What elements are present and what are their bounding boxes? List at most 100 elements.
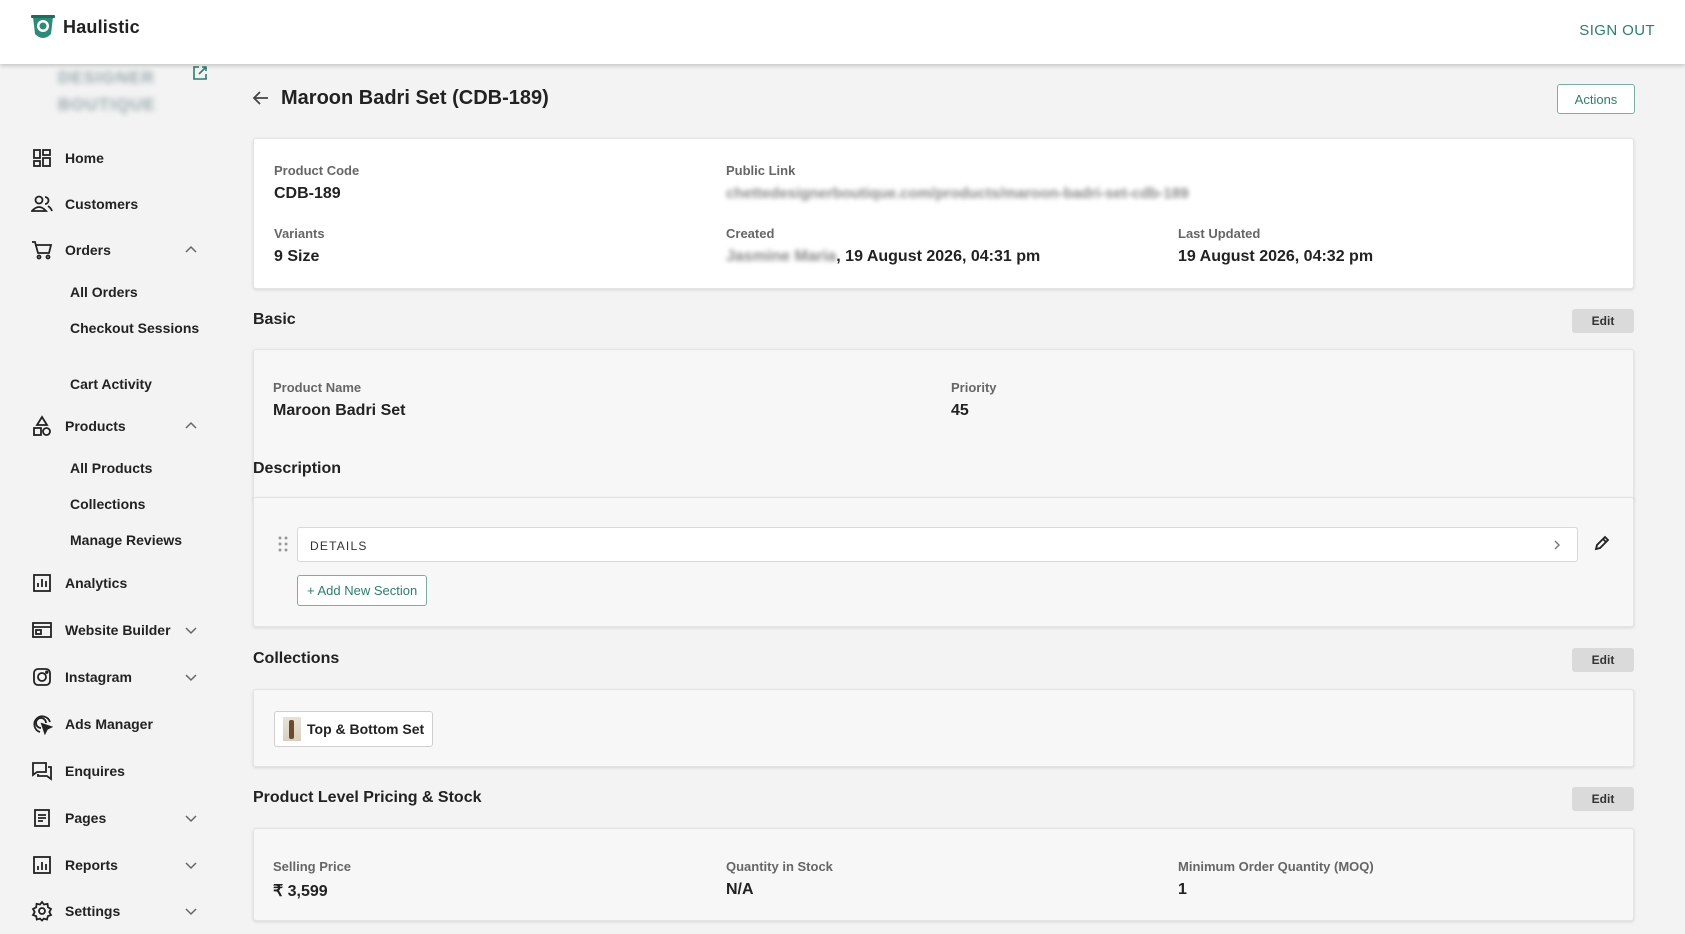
basic-section-title: Basic — [253, 311, 296, 328]
sidebar-item-settings[interactable]: Settings — [0, 893, 233, 929]
sidebar-item-analytics[interactable]: Analytics — [0, 565, 233, 601]
chevron-down-icon[interactable] — [184, 904, 198, 918]
cart-icon — [31, 239, 53, 261]
chevron-down-icon[interactable] — [184, 858, 198, 872]
chevron-down-icon[interactable] — [184, 811, 198, 825]
back-arrow-icon[interactable] — [251, 88, 271, 108]
created-by: Jasmine Maria — [726, 248, 837, 265]
moq-label: Minimum Order Quantity (MOQ) — [1178, 859, 1374, 874]
description-card: DETAILS + Add New Section — [253, 497, 1634, 627]
sidebar-item-orders[interactable]: Orders — [0, 232, 233, 268]
collection-thumbnail — [283, 717, 301, 741]
variants-value: 9 Size — [274, 248, 320, 265]
sidebar-item-products[interactable]: Products — [0, 408, 233, 444]
top-bar: Haulistic SIGN OUT — [0, 0, 1685, 64]
main-content: Maroon Badri Set (CDB-189) Actions Produ… — [233, 64, 1685, 934]
sidebar-label: Website Builder — [65, 622, 171, 638]
sidebar-label: Products — [65, 418, 126, 434]
target-cursor-icon — [31, 713, 53, 735]
sidebar-item-instagram[interactable]: Instagram — [0, 659, 233, 695]
public-link-value[interactable]: chettedesignerboutique.com/products/maro… — [726, 185, 1189, 202]
chevron-up-icon[interactable] — [184, 243, 198, 257]
sidebar-item-home[interactable]: Home — [0, 140, 233, 176]
haulistic-logo-icon — [31, 15, 55, 38]
sidebar-label: Ads Manager — [65, 716, 153, 732]
created-at: , 19 August 2026, 04:31 pm — [836, 248, 1041, 265]
moq-value: 1 — [1178, 881, 1187, 898]
last-updated-value: 19 August 2026, 04:32 pm — [1178, 248, 1374, 265]
actions-button[interactable]: Actions — [1557, 84, 1635, 114]
drag-handle-icon[interactable] — [278, 536, 288, 552]
product-name-label: Product Name — [273, 380, 362, 395]
sidebar-label: Reports — [65, 857, 118, 873]
sidebar-subitem-all-products[interactable]: All Products — [70, 458, 210, 478]
sidebar-label: Pages — [65, 810, 107, 826]
users-icon — [31, 193, 53, 215]
sidebar-subitem-all-orders[interactable]: All Orders — [70, 282, 210, 302]
sidebar-subitem-collections[interactable]: Collections — [70, 494, 210, 514]
created-label: Created — [726, 226, 775, 241]
sidebar-item-enquires[interactable]: Enquires — [0, 753, 233, 789]
sidebar-subitem-checkout-sessions[interactable]: Checkout Sessions — [70, 318, 210, 338]
sidebar-label: Analytics — [65, 575, 128, 591]
sidebar-item-customers[interactable]: Customers — [0, 186, 233, 222]
description-section-label: DETAILS — [310, 539, 368, 553]
variants-label: Variants — [274, 226, 325, 241]
collection-chip-label: Top & Bottom Set — [307, 721, 425, 737]
description-section-row[interactable]: DETAILS — [297, 527, 1578, 562]
sidebar: DESIGNER BOUTIQUE Home Customers Orders … — [0, 64, 233, 934]
pricing-card: Selling Price ₹ 3,599 Quantity in Stock … — [253, 828, 1634, 921]
quantity-in-stock-label: Quantity in Stock — [726, 859, 833, 874]
store-name-line2: BOUTIQUE — [58, 95, 156, 114]
quantity-in-stock-value: N/A — [726, 881, 754, 898]
pricing-edit-button[interactable]: Edit — [1572, 787, 1634, 811]
priority-label: Priority — [951, 380, 997, 395]
document-icon — [31, 807, 53, 829]
product-code-value: CDB-189 — [274, 185, 341, 202]
collection-chip[interactable]: Top & Bottom Set — [274, 711, 434, 747]
collections-section-title: Collections — [253, 650, 340, 667]
collections-edit-button[interactable]: Edit — [1572, 648, 1634, 672]
product-name-value: Maroon Badri Set — [273, 402, 406, 419]
sidebar-label: Settings — [65, 903, 121, 919]
browser-window-icon — [31, 619, 53, 641]
sidebar-label: Customers — [65, 196, 139, 212]
edit-pencil-icon[interactable] — [1593, 534, 1611, 552]
grid-icon — [31, 147, 53, 169]
sign-out-link[interactable]: SIGN OUT — [1579, 22, 1655, 39]
chat-icon — [31, 760, 53, 782]
public-link-label: Public Link — [726, 163, 796, 178]
sidebar-label: Enquires — [65, 763, 125, 779]
collections-card: Top & Bottom Set — [253, 689, 1634, 767]
sidebar-subitem-cart-activity[interactable]: Cart Activity — [70, 374, 210, 394]
selling-price-label: Selling Price — [273, 859, 352, 874]
page-title: Maroon Badri Set (CDB-189) — [281, 87, 549, 109]
add-new-section-button[interactable]: + Add New Section — [297, 575, 428, 606]
product-code-label: Product Code — [274, 163, 360, 178]
created-value: Jasmine Maria, 19 August 2026, 04:31 pm — [726, 248, 1040, 266]
last-updated-label: Last Updated — [1178, 226, 1261, 241]
sidebar-subitem-manage-reviews[interactable]: Manage Reviews — [70, 530, 210, 550]
priority-value: 45 — [951, 402, 969, 419]
chevron-right-icon — [1554, 540, 1560, 550]
basic-card: Product Name Maroon Badri Set Priority 4… — [253, 349, 1634, 502]
sidebar-label: Orders — [65, 242, 111, 258]
report-chart-icon — [31, 854, 53, 876]
store-name: DESIGNER BOUTIQUE — [58, 64, 156, 118]
analytics-icon — [31, 572, 53, 594]
chevron-up-icon[interactable] — [184, 419, 198, 433]
brand[interactable]: Haulistic — [30, 12, 140, 42]
store-name-line1: DESIGNER — [58, 68, 155, 87]
brand-name: Haulistic — [63, 16, 140, 37]
sidebar-item-ads-manager[interactable]: Ads Manager — [0, 706, 233, 742]
product-summary-card: Product Code CDB-189 Public Link chetted… — [253, 138, 1634, 289]
selling-price-value: ₹ 3,599 — [273, 883, 328, 900]
external-link-icon[interactable] — [191, 64, 209, 82]
chevron-down-icon[interactable] — [184, 623, 198, 637]
chevron-down-icon[interactable] — [184, 670, 198, 684]
basic-edit-button[interactable]: Edit — [1572, 309, 1634, 333]
sidebar-item-reports[interactable]: Reports — [0, 847, 233, 883]
sidebar-item-pages[interactable]: Pages — [0, 800, 233, 836]
sidebar-item-website-builder[interactable]: Website Builder — [0, 612, 233, 648]
instagram-icon — [31, 666, 53, 688]
